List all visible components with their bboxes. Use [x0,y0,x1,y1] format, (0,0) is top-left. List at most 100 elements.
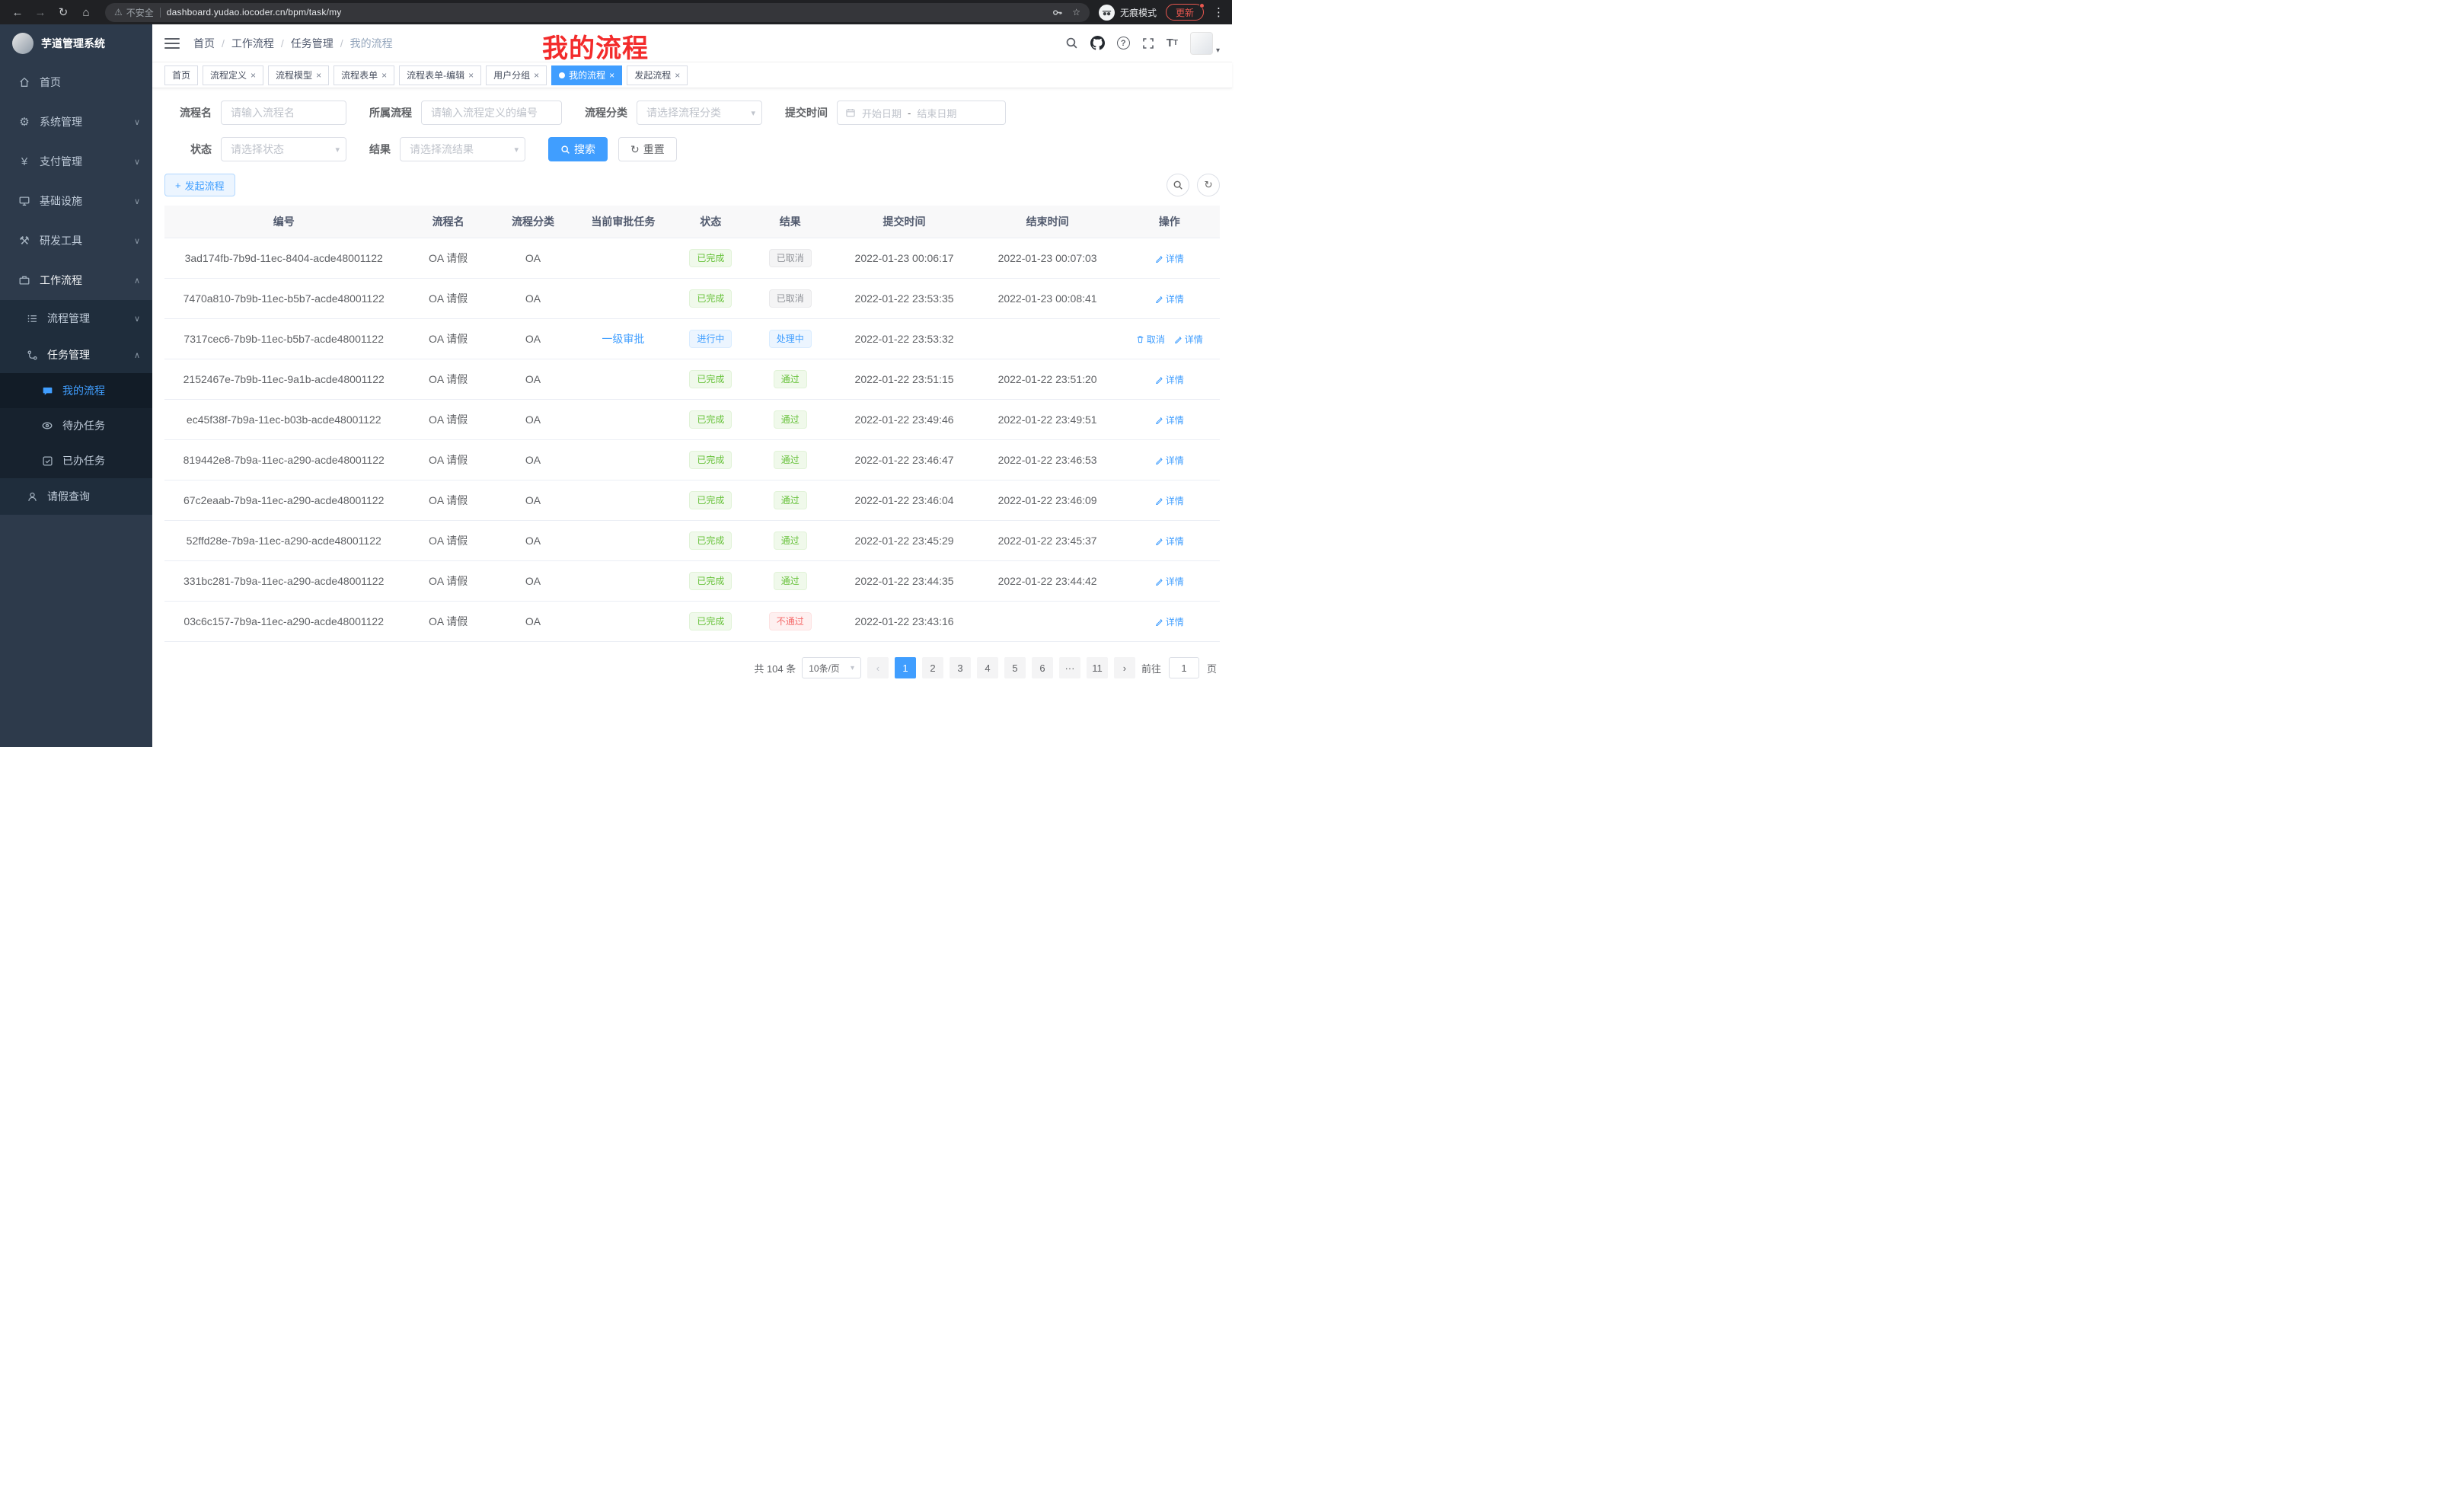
close-icon[interactable]: × [251,70,256,81]
password-key-icon[interactable] [1052,7,1063,18]
browser-back-icon[interactable]: ← [8,2,27,22]
current-task-link[interactable]: 一级审批 [602,333,644,345]
close-icon[interactable]: × [675,70,680,81]
sidebar-item-task-management[interactable]: 任务管理 ∧ [0,337,152,373]
table-row: 2152467e-7b9b-11ec-9a1b-acde48001122 OA … [164,359,1220,400]
page-button[interactable]: 3 [950,657,971,678]
search-icon[interactable] [1065,37,1078,49]
page-content: 流程名 所属流程 流程分类 ▾ 提交时间 [152,88,1232,747]
process-name-input[interactable] [221,101,346,125]
font-size-icon[interactable]: TT [1167,37,1178,49]
sidebar-item-todo-tasks[interactable]: 待办任务 [0,408,152,443]
sidebar-item-process-management[interactable]: 流程管理 ∨ [0,300,152,337]
goto-page-input[interactable] [1169,657,1199,678]
caret-down-icon: ▾ [1216,46,1220,55]
browser-update-button[interactable]: 更新 [1166,4,1204,21]
refresh-table-button[interactable]: ↻ [1197,174,1220,196]
prev-page-button[interactable]: ‹ [867,657,889,678]
sidebar-item-home[interactable]: 首页 [0,62,152,102]
sidebar-item-system-management[interactable]: ⚙ 系统管理 ∨ [0,102,152,142]
next-page-button[interactable]: › [1114,657,1135,678]
page-button[interactable]: 6 [1032,657,1053,678]
breadcrumb-item[interactable]: 任务管理 [291,36,334,51]
detail-link[interactable]: 详情 [1155,252,1184,265]
parent-process-input[interactable] [421,101,562,125]
result-badge: 通过 [774,491,807,509]
browser-home-icon[interactable]: ⌂ [76,2,96,22]
start-process-button[interactable]: + 发起流程 [164,174,235,196]
browser-reload-icon[interactable]: ↻ [53,2,73,22]
sidebar-item-payment-management[interactable]: ¥ 支付管理 ∨ [0,142,152,181]
detail-link[interactable]: 详情 [1155,615,1184,628]
close-icon[interactable]: × [316,70,321,81]
tab-process-form-edit[interactable]: 流程表单-编辑× [399,65,481,85]
result-select[interactable] [400,137,525,161]
detail-link[interactable]: 详情 [1155,535,1184,547]
help-icon[interactable]: ? [1117,37,1130,49]
tab-process-model[interactable]: 流程模型× [268,65,329,85]
detail-link[interactable]: 详情 [1174,333,1203,346]
sidebar-item-dev-tools[interactable]: ⚒ 研发工具 ∨ [0,221,152,260]
sidebar-item-my-process[interactable]: 我的流程 [0,373,152,408]
table-row: 03c6c157-7b9a-11ec-a290-acde48001122 OA … [164,602,1220,642]
detail-link[interactable]: 详情 [1155,413,1184,426]
page-size-select[interactable]: 10条/页 ▾ [802,657,861,678]
page-button[interactable]: 5 [1004,657,1026,678]
security-warning[interactable]: ⚠ 不安全 [114,6,154,19]
close-icon[interactable]: × [381,70,387,81]
page-button[interactable]: 1 [895,657,916,678]
address-bar[interactable]: ⚠ 不安全 dashboard.yudao.iocoder.cn/bpm/tas… [105,3,1090,22]
detail-link[interactable]: 详情 [1155,494,1184,507]
page-button[interactable]: 11 [1087,657,1108,678]
fullscreen-icon[interactable] [1142,37,1154,49]
result-badge: 已取消 [769,289,812,308]
bookmark-star-icon[interactable]: ☆ [1072,7,1080,18]
user-avatar[interactable]: ▾ [1190,32,1220,55]
tab-my-process[interactable]: 我的流程× [551,65,622,85]
submit-time-range-picker[interactable]: 开始日期 - 结束日期 [837,101,1006,125]
detail-link[interactable]: 详情 [1155,292,1184,305]
tab-process-definition[interactable]: 流程定义× [203,65,263,85]
active-dot [559,72,565,78]
browser-menu-icon[interactable]: ⋮ [1213,5,1224,19]
browser-forward-icon[interactable]: → [30,2,50,22]
process-id: 52ffd28e-7b9a-11ec-a290-acde48001122 [164,521,403,561]
status-badge: 已完成 [689,532,732,550]
page-button[interactable]: 2 [922,657,943,678]
sidebar-item-infrastructure[interactable]: 基础设施 ∨ [0,181,152,221]
col-category: 流程分类 [493,206,573,238]
cancel-link[interactable]: 取消 [1136,333,1165,346]
status-badge: 已完成 [689,289,732,308]
tab-start-process[interactable]: 发起流程× [627,65,688,85]
omnibox-divider [160,8,161,18]
reset-button[interactable]: ↻ 重置 [618,137,677,161]
sidebar-item-done-tasks[interactable]: 已办任务 [0,443,152,478]
github-icon[interactable] [1090,36,1105,50]
result-badge: 通过 [774,572,807,590]
close-icon[interactable]: × [468,70,474,81]
filter-label-submit-time: 提交时间 [785,105,828,120]
breadcrumb: 首页 / 工作流程 / 任务管理 / 我的流程 [193,36,393,51]
sidebar-item-workflow[interactable]: 工作流程 ∧ [0,260,152,300]
close-icon[interactable]: × [609,70,614,81]
eye-icon [40,420,55,432]
user-icon [24,491,40,503]
breadcrumb-item[interactable]: 工作流程 [231,36,274,51]
tab-process-form[interactable]: 流程表单× [334,65,394,85]
detail-link[interactable]: 详情 [1155,575,1184,588]
status-select[interactable] [221,137,346,161]
sidebar-item-leave-query[interactable]: 请假查询 [0,478,152,515]
sidebar-toggle-icon[interactable] [164,37,180,50]
toggle-search-button[interactable] [1167,174,1189,196]
search-button[interactable]: 搜索 [548,137,608,161]
page-button[interactable]: 4 [977,657,998,678]
yen-icon: ¥ [17,155,32,168]
category-select[interactable] [637,101,762,125]
detail-link[interactable]: 详情 [1155,454,1184,467]
close-icon[interactable]: × [534,70,539,81]
detail-link[interactable]: 详情 [1155,373,1184,386]
breadcrumb-item[interactable]: 首页 [193,36,215,51]
more-pages-button[interactable]: ··· [1059,657,1080,678]
tab-home[interactable]: 首页 [164,65,198,85]
tab-user-group[interactable]: 用户分组× [486,65,547,85]
